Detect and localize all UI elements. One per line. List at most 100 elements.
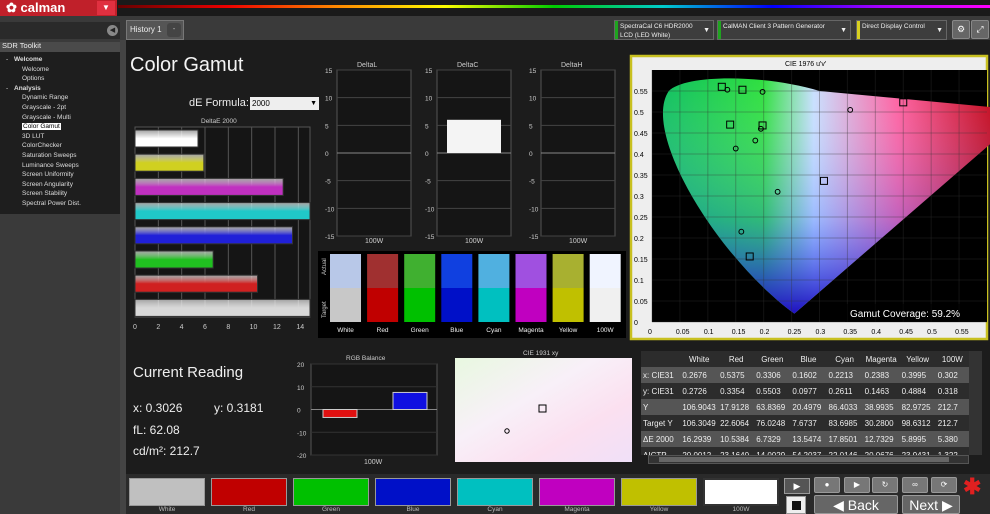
table-horizontal-scrollbar[interactable] [648, 455, 969, 464]
pattern-swatch-white[interactable] [129, 478, 205, 506]
table-cell: ΔE 2000 [643, 434, 674, 444]
table-cell: 212.7 [937, 402, 958, 412]
reading-fl: fL: 62.08 [133, 423, 180, 437]
scrollbar-thumb[interactable] [659, 457, 949, 462]
deltae-bar [134, 250, 214, 269]
table-cell: 16.2939 [682, 434, 712, 444]
swatch-label: White [337, 327, 354, 334]
play-icon[interactable]: ▶ [784, 478, 810, 494]
y-tick-label: 0.3 [634, 194, 644, 201]
table-cell: 7.6737 [792, 418, 817, 428]
next-button[interactable]: Next ▶ [902, 495, 960, 514]
table-header-cell[interactable]: Cyan [827, 351, 863, 367]
table-vertical-scrollbar[interactable] [969, 351, 982, 455]
table-cell: 5.8995 [901, 434, 927, 444]
table-row[interactable]: y: CIE31 0.2726 0.3354 0.5503 0.0977 0.2611 0.… [641, 383, 969, 399]
y-tick-label: 10 [425, 96, 433, 103]
deltae-bar [134, 274, 258, 293]
link-icon[interactable]: ∞ [902, 477, 928, 493]
table-header-cell[interactable]: Red [718, 351, 754, 367]
table-cell: Y [643, 402, 649, 412]
x-tick-label: 4 [180, 324, 184, 331]
table-header-cell[interactable]: Magenta [863, 351, 900, 367]
table-header-cell[interactable]: Green [754, 351, 790, 367]
cie1976-title: CIE 1976 u'v' [785, 61, 826, 68]
delta-chart-title: DeltaL [357, 62, 377, 69]
table-cell: 6.7329 [756, 434, 781, 444]
pattern-swatch-100w[interactable] [703, 478, 779, 506]
pattern-swatch-green[interactable] [293, 478, 369, 506]
x-tick-label: 0.2 [760, 329, 770, 336]
table-cell: 0.1602 [792, 370, 817, 380]
delta-x-label: 100W [365, 238, 384, 245]
pattern-swatch-yellow[interactable] [621, 478, 697, 506]
stop-icon [791, 501, 801, 510]
y-tick-label: 0.55 [634, 89, 648, 96]
target-swatch [330, 288, 361, 322]
repeat-icon[interactable]: ↻ [872, 477, 898, 493]
deltae-bar [134, 153, 205, 172]
delta-chart-title: DeltaH [561, 62, 582, 69]
y-tick-label: 10 [325, 96, 333, 103]
asterisk-icon[interactable]: ✱ [963, 474, 981, 500]
rgb-x-label: 100W [364, 459, 383, 466]
y-tick-label: 0.5 [634, 110, 644, 117]
actual-swatch [330, 254, 361, 288]
play-forward-icon[interactable]: ▶ [844, 477, 870, 493]
cie1931-chart: CIE 1931 xy [455, 350, 632, 462]
table-header-cell[interactable]: 100W [936, 351, 969, 367]
table-cell: 0.1463 [864, 386, 890, 396]
table-cell: 13.5474 [792, 434, 822, 444]
x-tick-label: 0 [133, 324, 137, 331]
stop-button[interactable] [786, 496, 806, 514]
back-button[interactable]: ◀ Back [814, 495, 898, 514]
target-swatch [515, 288, 547, 322]
table-cell: 5.380 [937, 434, 958, 444]
target-swatch [589, 288, 621, 322]
table-header-cell[interactable]: White [680, 351, 718, 367]
x-tick-label: 0.3 [816, 329, 826, 336]
y-tick-label: 10 [529, 96, 537, 103]
swatch-label: Green [411, 327, 429, 334]
table-cell: 0.5503 [756, 386, 781, 396]
table-cell: 23.9431 [901, 450, 931, 456]
y-tick-label: -5 [425, 179, 431, 186]
back-label: Back [847, 497, 879, 513]
swatch-label: Magenta [518, 327, 544, 334]
table-row[interactable]: ΔE 2000 16.2939 10.5384 6.7329 13.5474 17.850… [641, 431, 969, 447]
table-cell: 106.9043 [682, 402, 716, 412]
table-cell: 22.6064 [720, 418, 750, 428]
table-header-cell[interactable]: Yellow [900, 351, 936, 367]
measurement-table[interactable]: White Red Green Blue Cyan Magenta Yellow 100W x:… [641, 351, 969, 455]
rgb-bar [392, 391, 428, 410]
x-tick-label: 0.25 [788, 329, 802, 336]
reading-y: y: 0.3181 [214, 401, 264, 415]
cie1976-chart: CIE 1976 u'v' 0 0.05 0.1 0.15 0.2 0.25 0.3 0.35 0… [629, 54, 990, 341]
y-tick-label: 5 [425, 123, 429, 130]
table-row[interactable]: Y 106.9043 17.9128 63.8369 20.4979 86.4033 38.… [641, 399, 969, 415]
table-row[interactable]: ΔICTP 20.0012 23.1640 14.0029 54.2037 22.0146… [641, 447, 969, 455]
cycle-icon[interactable]: ⟳ [931, 477, 957, 493]
table-header-cell[interactable]: Blue [790, 351, 826, 367]
record-icon[interactable]: ● [814, 477, 840, 493]
table-cell: x: CIE31 [643, 370, 674, 380]
pattern-swatch-red[interactable] [211, 478, 287, 506]
pattern-swatch-blue[interactable] [375, 478, 451, 506]
y-tick-label: 0.1 [634, 278, 644, 285]
table-header-cell[interactable] [641, 351, 680, 367]
pattern-swatch-cyan[interactable] [457, 478, 533, 506]
rgb-balance-chart: RGB Balance 20 10 0 -10 -20 100W [297, 355, 438, 466]
swatch-label: Yellow [559, 327, 578, 334]
x-tick-label: 0.4 [871, 329, 881, 336]
x-tick-label: 10 [250, 324, 258, 331]
table-row[interactable]: Target Y 106.3049 22.6064 76.0248 7.6737 83.6… [641, 415, 969, 431]
x-tick-label: 0.35 [843, 329, 857, 336]
y-tick-label: 0.45 [634, 131, 648, 138]
y-tick-label: -15 [325, 234, 335, 241]
table-row[interactable]: x: CIE31 0.2676 0.5375 0.3306 0.1602 0.2213 0.… [641, 367, 969, 383]
table-cell: 17.8501 [828, 434, 858, 444]
pattern-swatch-magenta[interactable] [539, 478, 615, 506]
y-tick-label: 0.4 [634, 152, 644, 159]
y-tick-label: -5 [325, 179, 331, 186]
y-tick-label: 15 [529, 68, 537, 75]
